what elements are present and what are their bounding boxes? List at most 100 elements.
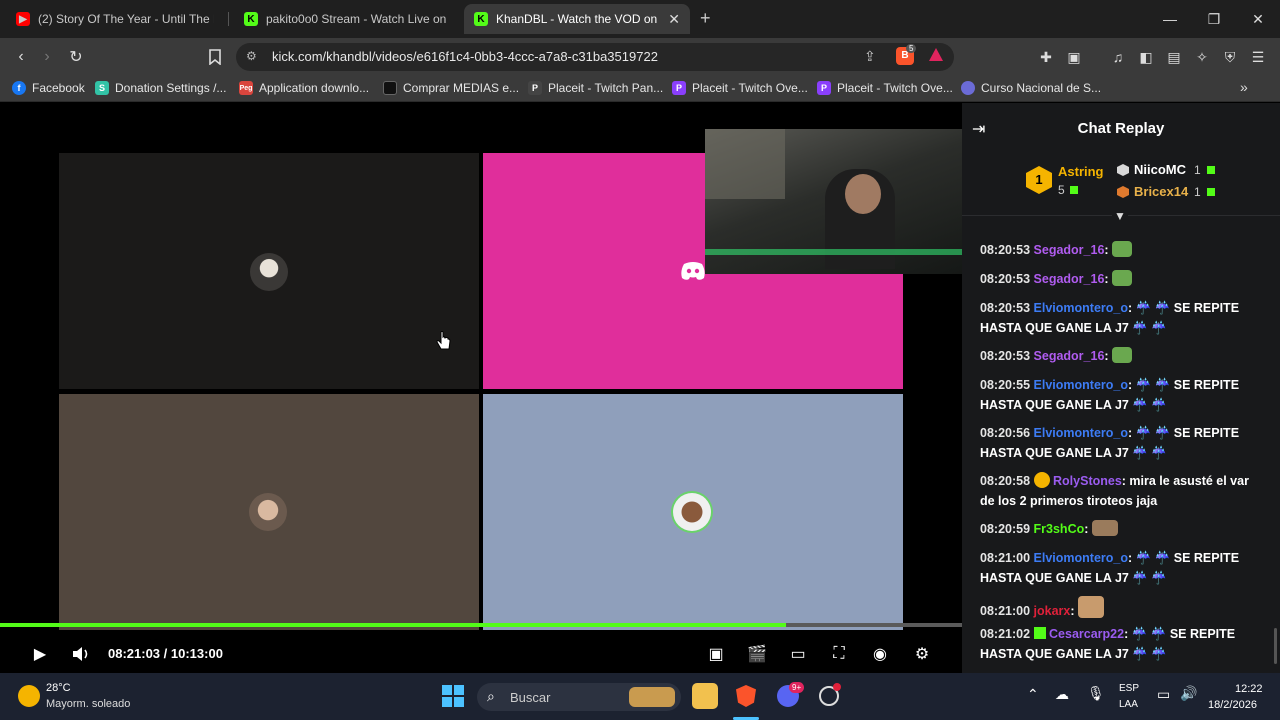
leo-ai-icon[interactable]: ✧	[1192, 47, 1212, 67]
language-bottom[interactable]: LAA	[1119, 699, 1138, 710]
hand-cursor-icon	[436, 331, 451, 350]
chat-username: Fr3shCo	[1033, 522, 1085, 536]
bookmark-placeit-overlay-2[interactable]: P Placeit - Twitch Ove...	[817, 81, 953, 95]
bookmark-placeit-overlay-1[interactable]: P Placeit - Twitch Ove...	[672, 81, 808, 95]
volume-icon[interactable]	[69, 642, 93, 666]
back-icon[interactable]: ‹	[8, 45, 34, 69]
address-bar[interactable]: ⚙ kick.com/khandbl/videos/e616f1c4-0bb3-…	[236, 43, 954, 71]
call-tile-1	[59, 153, 479, 389]
discord-icon	[681, 262, 705, 280]
sub-badge-icon	[1033, 627, 1046, 639]
bookmark-placeit-panels[interactable]: P Placeit - Twitch Pan...	[528, 81, 663, 95]
total-time: 10:13:00	[170, 646, 223, 661]
tab-khandbl-vod[interactable]: K KhanDBL - Watch the VOD on Kick ✕	[464, 4, 690, 34]
minimize-icon[interactable]: —	[1148, 0, 1192, 38]
microphone-icon[interactable]: 🎙	[1087, 685, 1105, 702]
vpn-icon[interactable]: ⛨	[1220, 47, 1240, 67]
bookmark-icon[interactable]	[202, 45, 228, 69]
streamer-face	[845, 174, 881, 214]
windows-start-icon[interactable]	[440, 683, 466, 709]
chat-username: Segador_16	[1033, 243, 1105, 257]
leaderboard-user-3[interactable]: Bricex14	[1134, 184, 1188, 199]
extensions-icon[interactable]: ✚	[1036, 47, 1056, 67]
navigation-bar: ‹ › ↻ ⚙ kick.com/khandbl/videos/e616f1c4…	[0, 38, 1280, 76]
wallet-icon[interactable]: ▤	[1164, 47, 1184, 67]
more-bookmarks-icon[interactable]: »	[1240, 79, 1248, 95]
play-icon[interactable]: ▶	[28, 642, 52, 666]
clip-icon[interactable]: 🎬	[745, 642, 769, 666]
taskbar-search[interactable]: ⌕ Buscar	[477, 683, 681, 711]
reload-icon[interactable]: ↻	[63, 45, 89, 69]
chat-message: 08:20:53 Segador_16:	[980, 346, 1262, 366]
clock-time[interactable]: 12:22	[1235, 683, 1263, 695]
leaderboard-user-2[interactable]: NiicoMC	[1134, 162, 1186, 177]
network-icon[interactable]: ▭	[1157, 686, 1170, 703]
tab-pakito-stream[interactable]: K pakito0o0 Stream - Watch Live on Kick	[234, 4, 456, 34]
screenshot-icon[interactable]: ▣	[1064, 47, 1084, 67]
chat-message: 08:20:53 Segador_16:	[980, 240, 1262, 260]
course-icon	[961, 81, 975, 95]
current-time: 08:21:03	[108, 646, 161, 661]
tab-title: KhanDBL - Watch the VOD on Kick	[496, 12, 660, 26]
onedrive-icon[interactable]: ☁	[1055, 686, 1069, 703]
brave-browser-icon[interactable]	[733, 683, 759, 709]
call-tile-3	[59, 394, 479, 630]
playback-speed-icon[interactable]: ◉	[868, 642, 892, 666]
menu-icon[interactable]: ☰	[1248, 47, 1268, 67]
chat-message: 08:21:02 Cesarcarp22: ☔ ☔ SE REPITE HAST…	[980, 627, 1236, 661]
bookmark-label: Curso Nacional de S...	[981, 81, 1102, 95]
windows-taskbar: 28°C Mayorm. soleado ⌕ Buscar 9+ ⌃ ☁ 🎙 E…	[0, 673, 1280, 720]
show-hidden-icons-icon[interactable]: ⌃	[1027, 686, 1039, 703]
chat-title: Chat Replay	[1077, 120, 1165, 137]
file-explorer-icon[interactable]	[692, 683, 718, 709]
music-icon[interactable]: ♫	[1108, 47, 1128, 67]
settings-icon[interactable]: ⚙	[910, 642, 934, 666]
bookmark-application-download[interactable]: Peg Application downlo...	[239, 81, 369, 95]
emote-icon	[1091, 520, 1118, 536]
close-tab-icon[interactable]: ✕	[668, 11, 680, 28]
bookmark-donation-settings[interactable]: S Donation Settings /...	[95, 81, 226, 95]
sidebar-icon[interactable]: ◧	[1136, 47, 1156, 67]
new-tab-button[interactable]: +	[700, 8, 711, 29]
time-separator: /	[160, 646, 171, 661]
leaderboard-user-1[interactable]: Astring	[1058, 164, 1104, 179]
chat-message: 08:21:00 jokarx:	[980, 596, 1262, 621]
chat-username: Elviomontero_o	[1033, 301, 1128, 315]
fullscreen-icon[interactable]: ⛶	[827, 642, 851, 666]
shields-badge: 5	[906, 44, 917, 53]
bookmark-label: Placeit - Twitch Ove...	[837, 81, 953, 95]
bookmark-comprar-medias[interactable]: Comprar MEDIAS e...	[383, 81, 519, 95]
share-icon[interactable]: ⇪	[864, 48, 876, 65]
brave-rewards-icon[interactable]	[928, 47, 944, 68]
chat-message: 08:20:53 Segador_16:	[980, 269, 1262, 289]
webcam-background	[705, 129, 785, 199]
site-info-icon[interactable]: ⚙	[246, 49, 257, 63]
forward-icon[interactable]: ›	[34, 45, 60, 69]
theater-mode-icon[interactable]: ▭	[786, 642, 810, 666]
weather-temp[interactable]: 28°C	[46, 682, 71, 694]
weather-sun-icon[interactable]	[18, 685, 40, 707]
clock-date[interactable]: 18/2/2026	[1208, 699, 1257, 711]
language-top[interactable]: ESP	[1119, 683, 1139, 694]
seek-bar[interactable]	[0, 623, 962, 627]
picture-in-picture-icon[interactable]: ▣	[704, 642, 728, 666]
gifter-badge-icon	[1033, 472, 1050, 488]
recording-indicator	[833, 683, 841, 691]
restore-icon[interactable]: ❐	[1192, 0, 1236, 38]
video-player[interactable]: ▶ 08:21:03 / 10:13:00 ▣ 🎬 ▭ ⛶ ◉ ⚙	[0, 103, 962, 673]
bookmark-label: Application downlo...	[259, 81, 370, 95]
expand-leaderboard-icon[interactable]: ▼	[1112, 209, 1128, 223]
gift-rank-badge: 1	[1026, 166, 1052, 194]
participant-avatar	[249, 493, 287, 531]
chat-scrollbar[interactable]	[1274, 628, 1277, 664]
bookmark-curso-nacional[interactable]: Curso Nacional de S...	[961, 81, 1101, 95]
store-icon	[383, 81, 397, 95]
leaderboard-count-3: 1	[1194, 185, 1201, 199]
face-emote-icon	[1078, 596, 1105, 618]
weather-description[interactable]: Mayorm. soleado	[46, 698, 130, 710]
tab-youtube[interactable]: ▶ (2) Story Of The Year - Until The Day …	[6, 4, 224, 34]
close-window-icon[interactable]: ✕	[1236, 0, 1280, 38]
kick-icon: K	[244, 12, 258, 26]
volume-tray-icon[interactable]: 🔊	[1180, 685, 1197, 702]
bookmark-facebook[interactable]: f Facebook	[12, 81, 85, 95]
